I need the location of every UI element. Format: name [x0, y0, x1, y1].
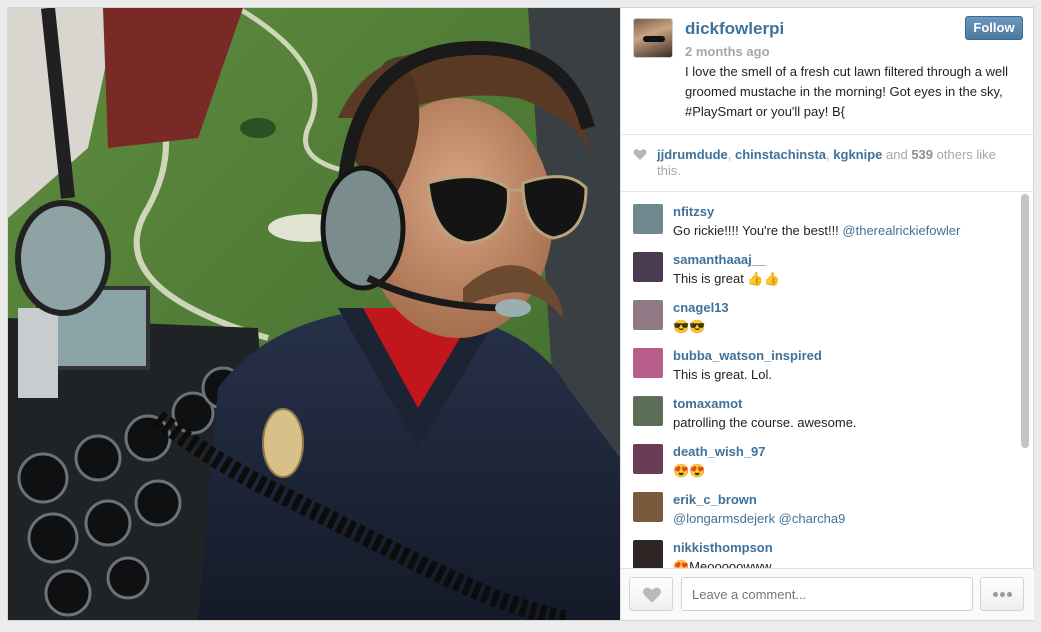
commenter-avatar[interactable]: [633, 300, 663, 330]
comment-text: 😍Meooooowww: [673, 559, 772, 568]
heart-icon: [633, 149, 647, 160]
liker-link[interactable]: kgknipe: [833, 147, 882, 162]
comment-body: 😎😎: [673, 319, 706, 334]
commenter-username[interactable]: samanthaaaj__: [673, 252, 766, 267]
likes-separator: ,: [727, 147, 736, 162]
commenter-avatar[interactable]: [633, 492, 663, 522]
comment-text: This is great. Lol.: [673, 367, 772, 382]
post-caption: I love the smell of a fresh cut lawn fil…: [685, 64, 1008, 119]
commenter-username[interactable]: nfitzsy: [673, 204, 714, 219]
dot-icon: [992, 592, 998, 597]
commenter-username[interactable]: cnagel13: [673, 300, 729, 315]
comment-text: This is great 👍👍: [673, 271, 780, 287]
like-button[interactable]: [629, 577, 673, 611]
comment-row: erik_c_brown @longarmsdejerk @charcha9: [621, 480, 1034, 528]
comment-body: This is great. Lol.: [673, 367, 772, 382]
commenter-username[interactable]: bubba_watson_inspired: [673, 348, 822, 363]
comment-input[interactable]: [681, 577, 973, 611]
comment-body: patrolling the course. awesome.: [673, 415, 857, 430]
comment-footer: [621, 568, 1034, 620]
comment-mention[interactable]: @longarmsdejerk @charcha9: [673, 511, 845, 526]
comment-text: 😍😍: [673, 463, 705, 479]
dot-icon: [1006, 592, 1012, 597]
comment-row: samanthaaaj__ This is great 👍👍: [621, 240, 1034, 288]
author-avatar[interactable]: [633, 18, 673, 58]
post-photo[interactable]: [8, 8, 620, 620]
commenter-avatar[interactable]: [633, 444, 663, 474]
dot-icon: [999, 592, 1005, 597]
commenter-username[interactable]: nikkisthompson: [673, 540, 773, 555]
likes-and-text: and: [882, 147, 912, 162]
post-timestamp: 2 months ago: [685, 44, 770, 59]
author-username[interactable]: dickfowlerpi: [685, 19, 784, 39]
commenter-avatar[interactable]: [633, 348, 663, 378]
post-side-panel: dickfowlerpi 2 months ago I love the sme…: [620, 8, 1034, 620]
comment-mention[interactable]: @therealrickiefowler: [842, 223, 960, 238]
commenter-avatar[interactable]: [633, 252, 663, 282]
comment-row: cnagel13 😎😎: [621, 288, 1034, 336]
commenter-username[interactable]: erik_c_brown: [673, 492, 757, 507]
liker-link[interactable]: chinstachinsta: [735, 147, 826, 162]
comment-body: 😍😍: [673, 463, 706, 478]
comment-text: patrolling the course. awesome.: [673, 415, 857, 430]
comment-row: nikkisthompson 😍Meooooowww: [621, 528, 1034, 568]
comments-scrollbar[interactable]: [1021, 194, 1029, 564]
post-modal: dickfowlerpi 2 months ago I love the sme…: [8, 8, 1034, 620]
heart-icon: [643, 587, 661, 603]
comment-row: bubba_watson_inspired This is great. Lol.: [621, 336, 1034, 384]
comment-body: Go rickie!!!! You're the best!!!: [673, 223, 843, 238]
more-options-button[interactable]: [980, 577, 1024, 611]
comment-text: 😎😎: [673, 319, 705, 335]
post-header: dickfowlerpi 2 months ago I love the sme…: [621, 8, 1033, 135]
scroll-thumb[interactable]: [1021, 194, 1029, 448]
comment-row: death_wish_97 😍😍: [621, 432, 1034, 480]
comment-text: @longarmsdejerk @charcha9: [673, 511, 845, 526]
comment-body: This is great 👍👍: [673, 271, 780, 286]
commenter-username[interactable]: death_wish_97: [673, 444, 766, 459]
commenter-avatar[interactable]: [633, 204, 663, 234]
commenter-username[interactable]: tomaxamot: [673, 396, 742, 411]
commenter-avatar[interactable]: [633, 396, 663, 426]
comment-body: 😍Meooooowww: [673, 559, 772, 568]
likes-count[interactable]: 539: [911, 147, 933, 162]
comment-row: tomaxamot patrolling the course. awesome.: [621, 384, 1034, 432]
comment-text: Go rickie!!!! You're the best!!! @therea…: [673, 223, 960, 238]
follow-button[interactable]: Follow: [965, 16, 1023, 40]
commenter-avatar[interactable]: [633, 540, 663, 568]
comment-row: nfitzsy Go rickie!!!! You're the best!!! …: [621, 192, 1034, 240]
likes-summary: jjdrumdude, chinstachinsta, kgknipe and …: [621, 135, 1033, 192]
comment-list[interactable]: nfitzsy Go rickie!!!! You're the best!!! …: [621, 192, 1034, 568]
liker-link[interactable]: jjdrumdude: [657, 147, 728, 162]
